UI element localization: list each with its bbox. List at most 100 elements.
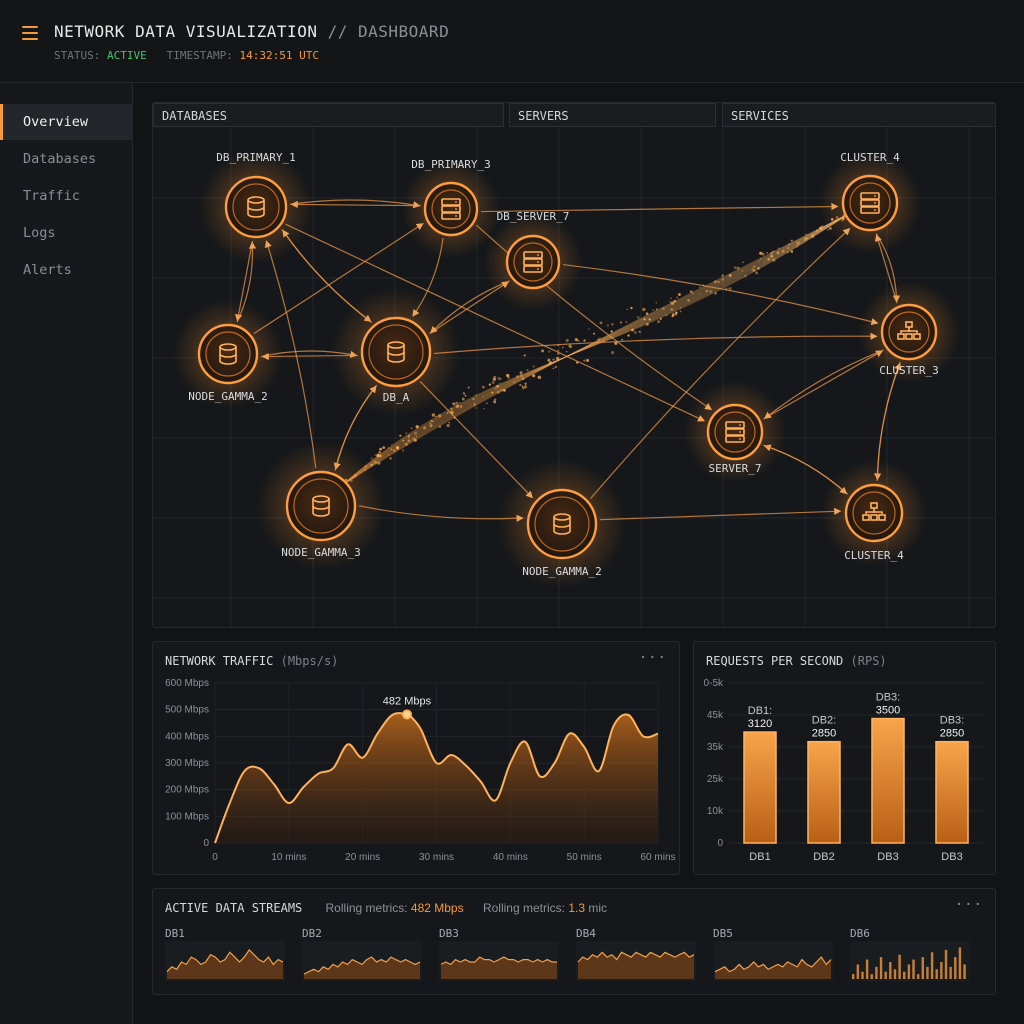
stream-db2[interactable]: DB2 xyxy=(302,927,422,983)
stream-particle xyxy=(778,247,780,250)
stream-particle xyxy=(662,307,665,311)
rps-bars: DB1:3120DB1DB2:2850DB2DB3:3500DB3DB3:285… xyxy=(743,692,969,863)
stream-db5[interactable]: DB5 xyxy=(713,927,833,983)
y-tick-label: 400 Mbps xyxy=(165,731,209,742)
rps-bar[interactable] xyxy=(935,740,969,844)
stream-particle xyxy=(450,407,453,410)
node-db-server-7[interactable]: DB_SERVER_7 xyxy=(483,210,583,312)
stream-particle xyxy=(698,293,701,295)
y-tick-label: 200 Mbps xyxy=(165,785,209,796)
stream-particle xyxy=(713,280,717,284)
bar-value-label: 2850 xyxy=(812,728,836,740)
node-db-primary-1[interactable]: DB_PRIMARY_1 xyxy=(199,150,313,264)
node-server-7[interactable]: SERVER_7 xyxy=(683,380,787,484)
x-tick-label: DB1 xyxy=(749,851,770,863)
node-db-a[interactable]: DB_A xyxy=(331,287,461,417)
stream-particle xyxy=(627,334,630,337)
rps-bar[interactable] xyxy=(871,717,905,844)
stream-particle xyxy=(493,398,497,401)
hamburger-menu-icon[interactable] xyxy=(22,26,38,40)
stream-db3[interactable]: DB3 xyxy=(439,927,559,983)
tab-databases[interactable]: DATABASES xyxy=(153,103,504,127)
stream-particle xyxy=(736,266,740,270)
rps-bar[interactable] xyxy=(743,731,777,844)
bar-value-label: 2850 xyxy=(940,728,964,740)
stream-particle xyxy=(405,432,408,435)
traffic-peak-marker: 482 Mbps xyxy=(383,695,432,720)
stream-particle xyxy=(408,440,411,443)
stream-particle xyxy=(467,386,470,389)
sparkline-bar xyxy=(907,964,911,979)
stream-particle xyxy=(722,274,724,276)
sidebar-item-alerts[interactable]: Alerts xyxy=(0,252,132,288)
connection-edge xyxy=(562,263,879,326)
stream-db1[interactable]: DB1 xyxy=(165,927,285,983)
node-cluster-3[interactable]: CLUSTER_3 xyxy=(857,280,961,384)
stream-particle xyxy=(599,337,601,339)
stream-particle xyxy=(430,419,433,422)
node-db-primary-3[interactable]: DB_PRIMARY_3 xyxy=(401,158,501,259)
sparkline-bar xyxy=(861,971,864,979)
stream-particle xyxy=(519,383,522,386)
stream-particle xyxy=(670,308,674,311)
stream-particle xyxy=(516,375,519,378)
stream-db4[interactable]: DB4 xyxy=(576,927,696,983)
sparkline-bar xyxy=(870,974,873,979)
sparkline-bar xyxy=(889,962,892,979)
sidebar-item-databases[interactable]: Databases xyxy=(0,141,132,177)
y-tick-label: 10k xyxy=(707,806,724,817)
bar-top-label: DB1: xyxy=(748,705,772,717)
stream-particle xyxy=(399,434,402,437)
stream-particle xyxy=(679,310,682,313)
node-cluster-4[interactable]: CLUSTER_4 xyxy=(820,459,928,567)
x-tick-label: DB3 xyxy=(941,851,962,863)
stream-particle xyxy=(673,299,677,303)
stream-particle xyxy=(432,420,434,422)
stream-particle xyxy=(676,296,678,299)
stream-particle xyxy=(524,382,527,385)
sparkline-bar xyxy=(903,971,906,979)
sidebar-item-logs[interactable]: Logs xyxy=(0,215,132,251)
sparkline-bar xyxy=(879,957,883,979)
stream-label: DB3 xyxy=(439,927,459,940)
tab-servers[interactable]: SERVERS xyxy=(509,103,716,127)
stream-particle xyxy=(446,412,449,414)
y-tick-label: 25k xyxy=(707,774,724,785)
stream-particle xyxy=(391,444,393,446)
streams-menu-icon[interactable]: ··· xyxy=(955,897,983,913)
sidebar-item-traffic[interactable]: Traffic xyxy=(0,178,132,214)
stream-particle xyxy=(408,434,411,437)
status-label: STATUS: xyxy=(54,49,101,62)
node-node-gamma-3[interactable]: NODE_GAMMA_3 xyxy=(256,441,386,571)
stream-particle xyxy=(669,301,671,303)
stream-particle xyxy=(519,373,523,378)
stream-particle xyxy=(583,339,586,342)
rps-bar[interactable] xyxy=(807,740,841,844)
title-main: NETWORK DATA VISUALIZATION xyxy=(54,22,318,41)
node-node-gamma-2[interactable]: NODE_GAMMA_2 xyxy=(172,298,284,410)
sparkline-bar xyxy=(856,964,860,979)
stream-particle xyxy=(597,338,600,341)
stream-particle xyxy=(457,404,460,407)
rolling-metric-1-label: Rolling metrics: xyxy=(325,901,408,915)
stream-particle xyxy=(717,280,720,284)
stream-particle xyxy=(431,413,436,417)
stream-particle xyxy=(674,313,678,317)
stream-particle xyxy=(652,309,655,311)
bar-top-label: DB3: xyxy=(940,715,964,727)
stream-particle xyxy=(790,239,793,242)
stream-particle xyxy=(464,394,467,397)
stream-particle xyxy=(552,358,555,361)
peak-label: 482 Mbps xyxy=(383,695,432,707)
sparkline-bar xyxy=(898,954,901,979)
stream-particle xyxy=(796,241,800,245)
stream-particle xyxy=(770,254,773,258)
stream-particle xyxy=(497,377,501,381)
node-cluster-4[interactable]: CLUSTER_4 xyxy=(818,151,922,255)
sidebar-item-overview[interactable]: Overview xyxy=(0,104,132,140)
stream-db6[interactable]: DB6 xyxy=(850,927,970,983)
tab-services[interactable]: SERVICES xyxy=(722,103,995,127)
node-node-gamma-2[interactable]: NODE_GAMMA_2 xyxy=(497,459,627,589)
timestamp-value: 14:32:51 UTC xyxy=(239,49,319,62)
stream-particle xyxy=(631,328,634,332)
